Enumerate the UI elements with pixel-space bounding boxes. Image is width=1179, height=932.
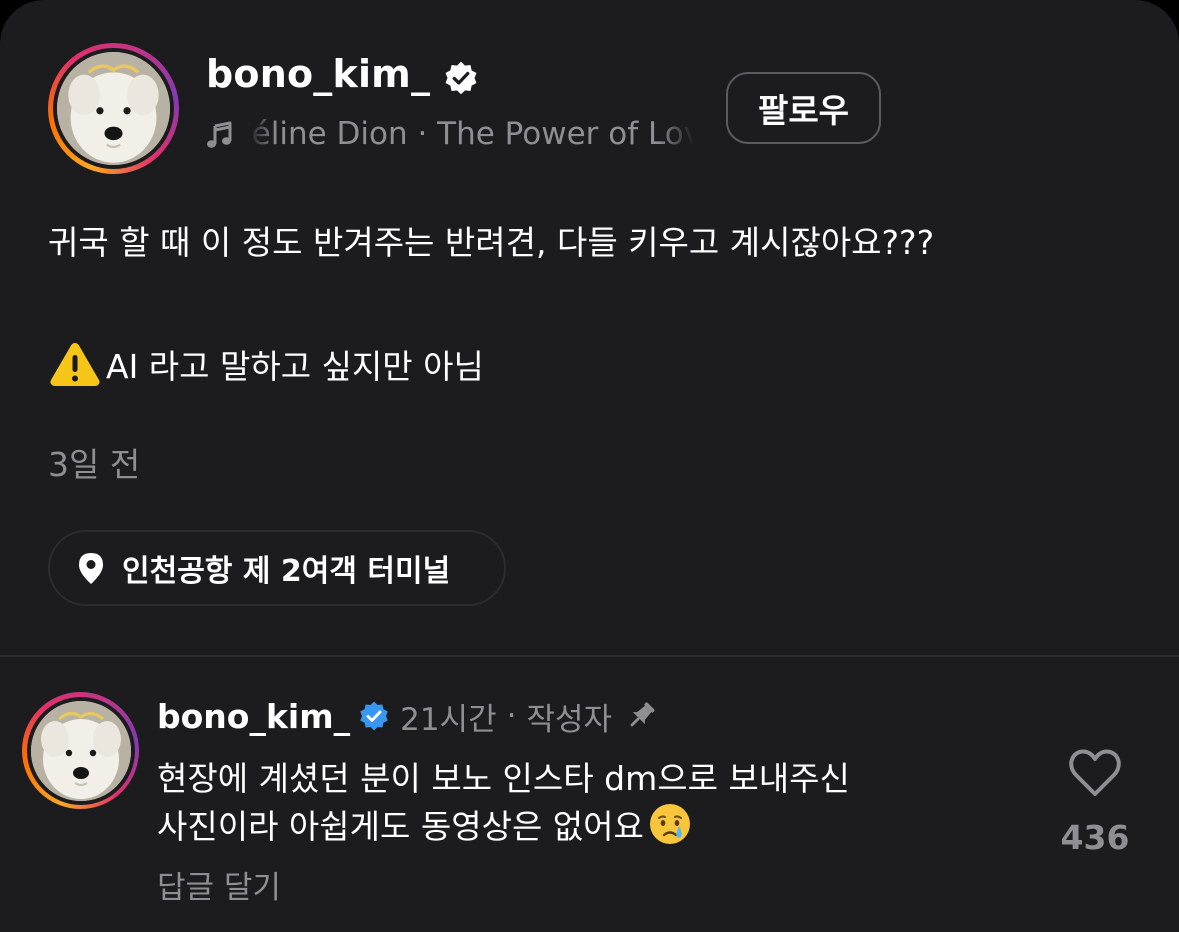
avatar-image [57, 52, 170, 165]
post-timestamp: 3일 전 [48, 445, 141, 484]
follow-button[interactable]: 팔로우 [726, 72, 881, 144]
music-note-icon [207, 121, 232, 148]
music-attribution[interactable]: Céline Dion · The Power of Love [204, 112, 694, 158]
separator-dot: · [506, 698, 517, 734]
comment-timestamp: 21시간 [400, 701, 497, 738]
like-count: 436 [1060, 818, 1130, 857]
comment-text-line-1: 현장에 계셨던 분이 보노 인스타 dm으로 보내주신 [157, 759, 850, 798]
comment-text-line-2: 사진이라 아쉽게도 동영상은 없어요 [157, 800, 692, 848]
dog-photo-icon [57, 52, 170, 165]
avatar-image [30, 700, 131, 801]
comment-header: bono_kim_ 21시간 · 작성자 [157, 692, 658, 740]
like-button[interactable] [1067, 747, 1123, 799]
location-label: 인천공항 제 2여객 터미널 [122, 554, 451, 589]
post-author-avatar[interactable] [48, 43, 179, 174]
comment-text: 사진이라 아쉽게도 동영상은 없어요 [157, 807, 644, 846]
author-tag: 작성자 [526, 701, 613, 738]
post-username[interactable]: bono_kim_ [206, 52, 430, 96]
location-pin-icon [79, 553, 103, 584]
comment-username[interactable]: bono_kim_ [157, 697, 350, 736]
threads-post-card: bono_kim_ Céline Dion · The Power of Lov… [0, 0, 1179, 932]
reply-button[interactable]: 답글 달기 [157, 862, 281, 907]
caption-text: AI 라고 말하고 싶지만 아님 [106, 347, 484, 386]
post-caption-line-2: AI 라고 말하고 싶지만 아님 [48, 340, 484, 388]
location-tag[interactable]: 인천공항 제 2여객 터미널 [48, 530, 506, 606]
dog-photo-icon [30, 700, 131, 801]
warning-emoji-icon [50, 343, 100, 386]
post-caption-line-1: 귀국 할 때 이 정도 반겨주는 반려견, 다들 키우고 계시잖아요??? [48, 223, 935, 262]
verified-badge-icon [360, 701, 388, 731]
heart-outline-icon [1069, 749, 1121, 796]
pushpin-icon [630, 702, 655, 727]
comment-author-avatar[interactable] [22, 692, 139, 809]
divider [0, 655, 1179, 657]
crying-face-emoji-icon [649, 804, 690, 844]
verified-badge-icon [445, 61, 477, 95]
music-title: Céline Dion · The Power of Love [248, 116, 694, 152]
